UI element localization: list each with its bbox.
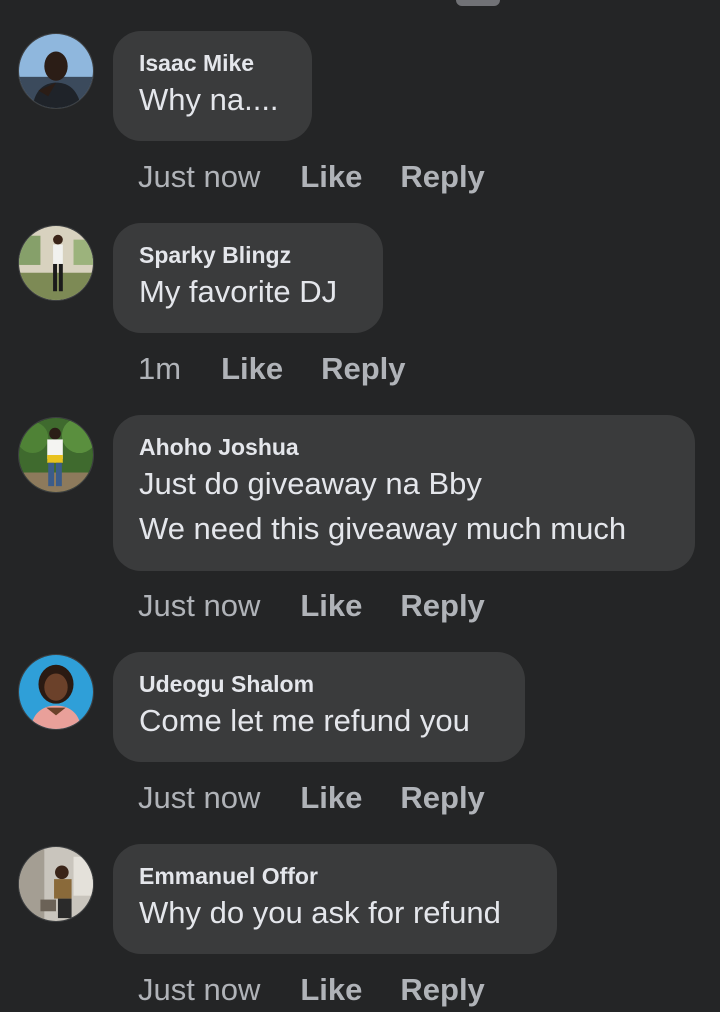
comment-actions: Just now Like Reply bbox=[138, 968, 523, 1012]
user-avatar-photo-icon bbox=[19, 34, 93, 108]
like-button[interactable]: Like bbox=[300, 776, 362, 820]
comment-author[interactable]: Ahoho Joshua bbox=[139, 433, 669, 461]
comment-bubble: Isaac Mike Why na.... bbox=[113, 31, 312, 141]
comment-text: My favorite DJ bbox=[139, 274, 338, 309]
avatar[interactable] bbox=[18, 225, 94, 301]
avatar[interactable] bbox=[18, 846, 94, 922]
comment-bubble: Udeogu Shalom Come let me refund you bbox=[113, 652, 525, 762]
comment-bubble: Sparky Blingz My favorite DJ bbox=[113, 223, 383, 333]
comment-time[interactable]: Just now bbox=[138, 584, 260, 628]
like-button[interactable]: Like bbox=[300, 155, 362, 199]
reply-button[interactable]: Reply bbox=[400, 584, 484, 628]
reply-button[interactable]: Reply bbox=[400, 968, 484, 1012]
comment-text: Come let me refund you bbox=[139, 703, 470, 738]
like-button[interactable]: Like bbox=[300, 968, 362, 1012]
comment-bubble: Ahoho Joshua Just do giveaway na Bby We … bbox=[113, 415, 695, 571]
comment-actions: 1m Like Reply bbox=[138, 347, 444, 391]
comment-time[interactable]: Just now bbox=[138, 155, 260, 199]
user-avatar-photo-icon bbox=[19, 418, 93, 492]
user-avatar-photo-icon bbox=[19, 226, 93, 300]
comment-text: Just do giveaway na Bby bbox=[139, 466, 482, 501]
user-avatar-photo-icon bbox=[19, 655, 93, 729]
comment-text: Why do you ask for refund bbox=[139, 895, 501, 930]
comment-text: We need this giveaway much much bbox=[139, 511, 627, 546]
comment-time[interactable]: Just now bbox=[138, 968, 260, 1012]
comment-bubble: Emmanuel Offor Why do you ask for refund bbox=[113, 844, 557, 954]
comment-time[interactable]: Just now bbox=[138, 776, 260, 820]
reply-button[interactable]: Reply bbox=[321, 347, 405, 391]
comment-actions: Just now Like Reply bbox=[138, 584, 523, 628]
reply-button[interactable]: Reply bbox=[400, 776, 484, 820]
like-button[interactable]: Like bbox=[300, 584, 362, 628]
user-avatar-photo-icon bbox=[19, 847, 93, 921]
comment-author[interactable]: Isaac Mike bbox=[139, 49, 286, 77]
avatar[interactable] bbox=[18, 654, 94, 730]
comment-author[interactable]: Udeogu Shalom bbox=[139, 670, 499, 698]
reply-button[interactable]: Reply bbox=[400, 155, 484, 199]
avatar[interactable] bbox=[18, 417, 94, 493]
comment-author[interactable]: Sparky Blingz bbox=[139, 241, 357, 269]
comments-thread: Isaac Mike Why na.... Just now Like Repl… bbox=[0, 0, 720, 1012]
like-button[interactable]: Like bbox=[221, 347, 283, 391]
previous-reply-link-fragment[interactable] bbox=[456, 0, 500, 6]
comment-actions: Just now Like Reply bbox=[138, 155, 523, 199]
comment-text: Why na.... bbox=[139, 82, 279, 117]
comment-actions: Just now Like Reply bbox=[138, 776, 523, 820]
avatar[interactable] bbox=[18, 33, 94, 109]
comment-time[interactable]: 1m bbox=[138, 347, 181, 391]
comment-author[interactable]: Emmanuel Offor bbox=[139, 862, 531, 890]
